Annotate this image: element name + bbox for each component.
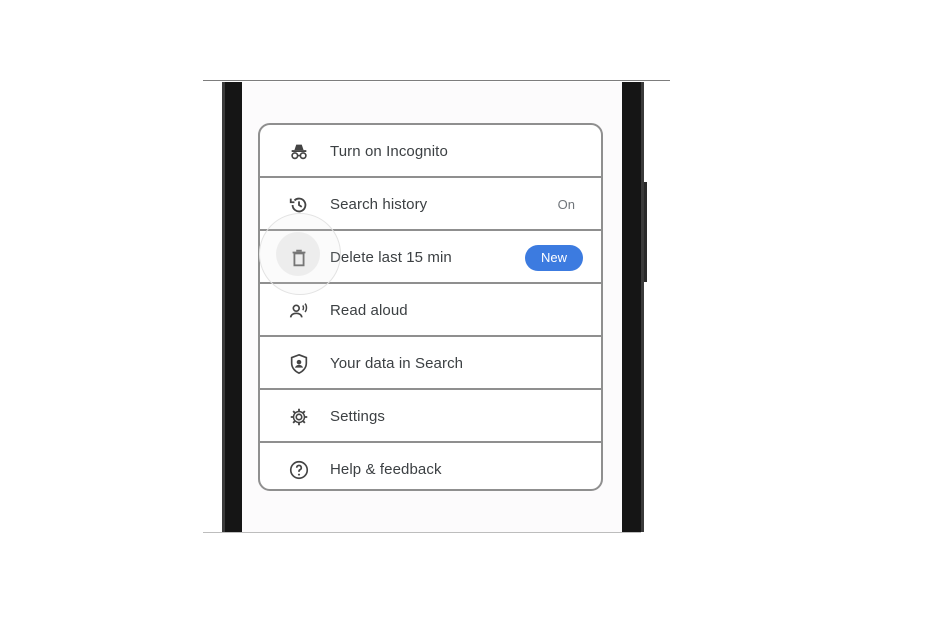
frame-top-line: [203, 80, 670, 81]
account-menu: Turn on Incognito Search history On Dele…: [258, 123, 603, 491]
menu-item-your-data[interactable]: Your data in Search: [260, 337, 601, 390]
menu-item-search-history[interactable]: Search history On: [260, 178, 601, 231]
menu-item-label: Settings: [330, 408, 385, 425]
incognito-icon: [288, 141, 310, 163]
frame-bottom-line: [203, 532, 641, 533]
menu-item-read-aloud[interactable]: Read aloud: [260, 284, 601, 337]
menu-item-incognito[interactable]: Turn on Incognito: [260, 125, 601, 178]
trash-icon: [288, 247, 310, 269]
menu-item-delete-last-15-min[interactable]: Delete last 15 min New: [260, 231, 601, 284]
gear-icon: [288, 406, 310, 428]
shield-user-icon: [288, 353, 310, 375]
phone-side-button: [644, 182, 647, 282]
menu-item-label: Help & feedback: [330, 461, 442, 478]
menu-item-label: Your data in Search: [330, 355, 464, 372]
phone-right-bezel: [622, 82, 644, 532]
help-icon: [288, 459, 310, 481]
phone-left-bezel: [222, 82, 242, 532]
menu-item-settings[interactable]: Settings: [260, 390, 601, 443]
menu-item-label: Turn on Incognito: [330, 143, 448, 160]
menu-item-label: Delete last 15 min: [330, 249, 452, 266]
search-history-status: On: [557, 197, 575, 212]
menu-item-label: Read aloud: [330, 302, 408, 319]
read-aloud-icon: [288, 300, 310, 322]
menu-item-help-feedback[interactable]: Help & feedback: [260, 443, 601, 489]
menu-item-label: Search history: [330, 196, 428, 213]
new-badge: New: [525, 244, 583, 271]
history-icon: [288, 194, 310, 216]
